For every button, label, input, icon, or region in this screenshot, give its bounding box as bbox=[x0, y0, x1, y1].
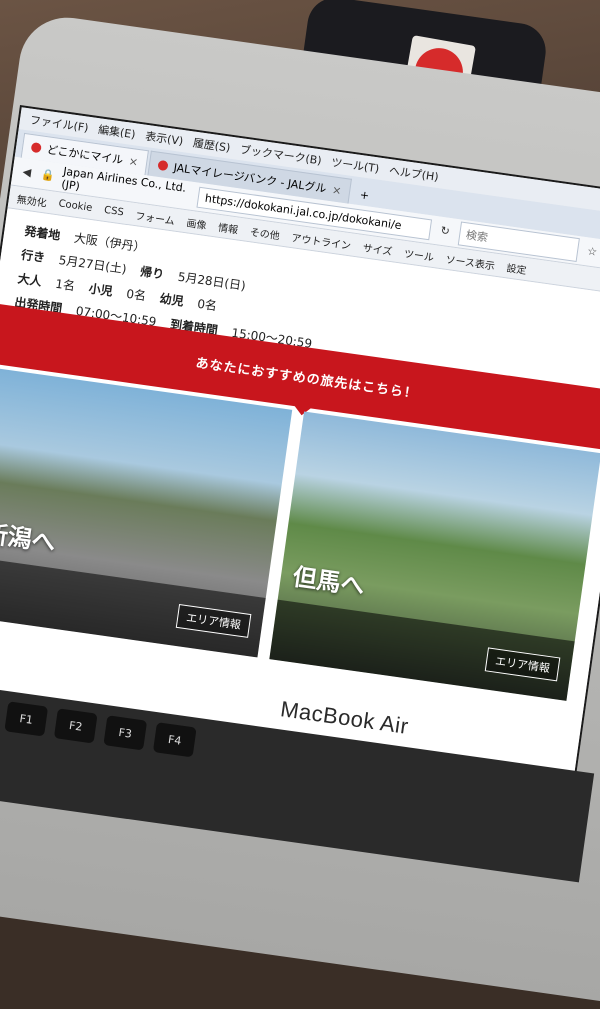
dev-tools[interactable]: ツール bbox=[403, 244, 435, 263]
close-icon[interactable]: × bbox=[331, 183, 342, 197]
card-footer bbox=[0, 556, 266, 658]
destination-title: 新潟へ bbox=[0, 519, 58, 558]
lock-icon[interactable]: 🔒 bbox=[40, 168, 55, 184]
card-footer bbox=[269, 599, 575, 701]
dev-cookie[interactable]: Cookie bbox=[58, 198, 93, 214]
menu-view[interactable]: 表示(V) bbox=[144, 128, 184, 149]
infant-label: 幼児 bbox=[158, 291, 185, 309]
menu-history[interactable]: 履歴(S) bbox=[192, 135, 231, 156]
key-f2[interactable]: F2 bbox=[53, 708, 98, 744]
key-f4[interactable]: F4 bbox=[152, 722, 197, 758]
menu-edit[interactable]: 編集(E) bbox=[97, 121, 136, 142]
dev-css[interactable]: CSS bbox=[103, 204, 124, 218]
new-tab-button[interactable]: + bbox=[351, 183, 379, 207]
dev-settings[interactable]: 設定 bbox=[506, 259, 528, 277]
back-icon[interactable]: ◀ bbox=[20, 165, 34, 181]
destination-card-niigata[interactable]: 新潟へ エリア情報 bbox=[0, 368, 293, 658]
child-count: 0名 bbox=[125, 286, 147, 304]
adult-count: 1名 bbox=[54, 276, 76, 294]
infant-count: 0名 bbox=[196, 296, 218, 314]
banner-text: あなたにおすすめの旅先はこちら！ bbox=[194, 356, 419, 403]
return-label: 帰り bbox=[139, 264, 166, 282]
child-label: 小児 bbox=[87, 281, 114, 299]
adult-label: 大人 bbox=[16, 271, 43, 289]
outbound-label: 行き bbox=[20, 247, 46, 265]
dev-size[interactable]: サイズ bbox=[362, 239, 394, 258]
destination-title: 但馬へ bbox=[291, 562, 367, 601]
reload-icon[interactable]: ↻ bbox=[438, 224, 452, 240]
dev-misc[interactable]: その他 bbox=[249, 223, 281, 242]
dev-form[interactable]: フォーム bbox=[135, 207, 176, 227]
star-icon[interactable]: ☆ bbox=[585, 244, 599, 260]
dev-view-source[interactable]: ソース表示 bbox=[445, 250, 496, 272]
jal-favicon bbox=[157, 159, 169, 172]
key-f1[interactable]: F1 bbox=[4, 701, 49, 737]
destination-card-tajima[interactable]: 但馬へ エリア情報 bbox=[269, 411, 600, 701]
close-icon[interactable]: × bbox=[128, 154, 139, 168]
dev-disable[interactable]: 無効化 bbox=[16, 190, 48, 209]
dev-images[interactable]: 画像 bbox=[186, 214, 208, 232]
jal-favicon bbox=[30, 142, 42, 154]
dev-info[interactable]: 情報 bbox=[217, 218, 239, 236]
key-f3[interactable]: F3 bbox=[103, 715, 148, 751]
